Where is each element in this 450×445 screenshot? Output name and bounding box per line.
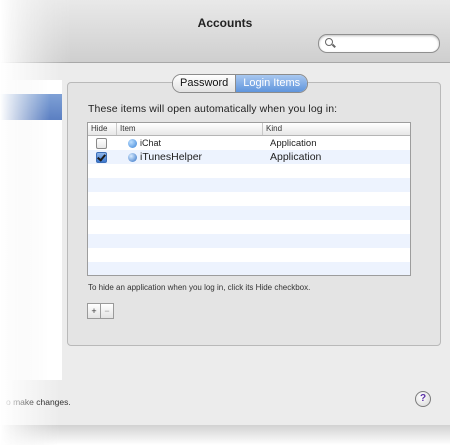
window-shadow xyxy=(0,425,450,445)
title-bar xyxy=(0,0,450,63)
column-header-hide[interactable]: Hide xyxy=(88,123,116,135)
table-row[interactable]: iChat Application xyxy=(88,136,410,150)
search-input[interactable] xyxy=(335,36,435,51)
add-remove-buttons: + − xyxy=(87,303,114,319)
tab-bar: Password Login Items xyxy=(172,74,309,93)
search-icon xyxy=(325,38,333,46)
login-items-table: Hide Item Kind iChat Application iTunesH… xyxy=(87,122,411,276)
item-name: iTunesHelper xyxy=(140,151,203,163)
hide-checkbox[interactable] xyxy=(96,151,107,163)
accounts-sidebar xyxy=(0,80,62,380)
empty-row xyxy=(88,262,410,275)
tab-password[interactable]: Password xyxy=(173,75,236,92)
add-item-button[interactable]: + xyxy=(88,304,100,318)
item-kind: Application xyxy=(270,151,322,163)
help-button[interactable]: ? xyxy=(415,391,431,407)
search-field[interactable] xyxy=(318,34,440,53)
empty-row xyxy=(88,206,410,220)
accounts-window: Accounts Password Login Items These item… xyxy=(0,0,450,445)
empty-row xyxy=(88,192,410,206)
empty-row xyxy=(88,248,410,262)
column-header-item[interactable]: Item xyxy=(116,123,262,135)
empty-row xyxy=(88,164,410,178)
itunes-helper-icon xyxy=(128,152,137,162)
sidebar-selected-account[interactable] xyxy=(0,94,62,120)
item-name: iChat xyxy=(140,138,162,148)
hide-checkbox[interactable] xyxy=(96,137,107,149)
table-header: Hide Item Kind xyxy=(88,123,410,136)
tab-login-items[interactable]: Login Items xyxy=(235,75,308,92)
item-kind: Application xyxy=(270,137,317,149)
window-title: Accounts xyxy=(197,16,253,30)
login-items-intro: These items will open automatically when… xyxy=(88,103,338,115)
ichat-icon xyxy=(128,138,137,148)
hide-hint-text: To hide an application when you log in, … xyxy=(88,283,311,292)
empty-row xyxy=(88,234,410,248)
remove-item-button[interactable]: − xyxy=(100,304,113,318)
column-header-kind[interactable]: Kind xyxy=(262,123,410,135)
table-row[interactable]: iTunesHelper Application xyxy=(88,150,410,164)
empty-row xyxy=(88,178,410,192)
lock-message: o make changes. xyxy=(6,397,71,407)
empty-row xyxy=(88,220,410,234)
